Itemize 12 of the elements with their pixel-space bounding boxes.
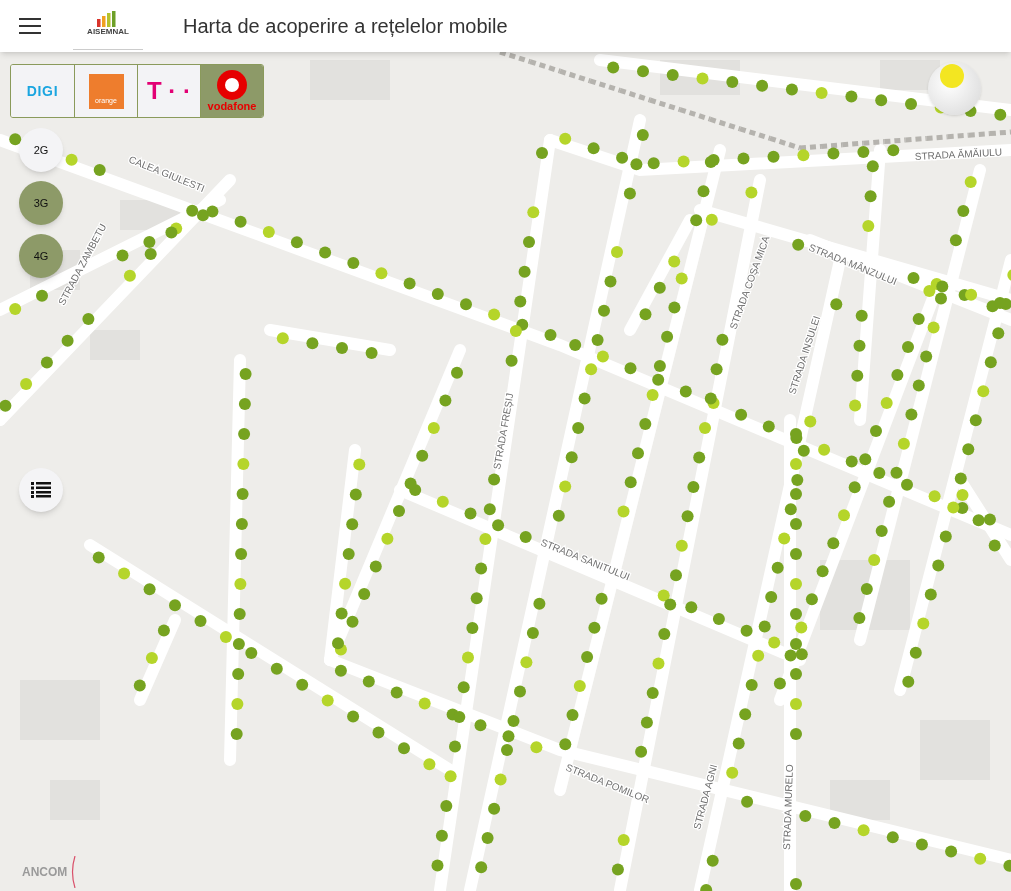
street-label: STRADA ĂMĂIULU	[914, 146, 1003, 162]
page-title: Harta de acoperire a rețelelor mobile	[183, 14, 508, 39]
operator-tab[interactable]: T · ·	[137, 65, 200, 117]
street-label: STRADA AGNI	[691, 763, 720, 831]
network-type-button[interactable]: 4G	[19, 234, 63, 278]
network-type-button[interactable]: 3G	[19, 181, 63, 225]
network-type-button[interactable]: 2G	[19, 128, 63, 172]
operator-tab[interactable]: DIGI	[11, 65, 74, 117]
street-label: STRADA FREȘIJ	[491, 392, 516, 471]
street-label: STRADA MURELO	[781, 764, 795, 851]
attribution-text: ANCOM	[22, 864, 68, 881]
logo-text: AISEMNAL	[87, 28, 129, 36]
